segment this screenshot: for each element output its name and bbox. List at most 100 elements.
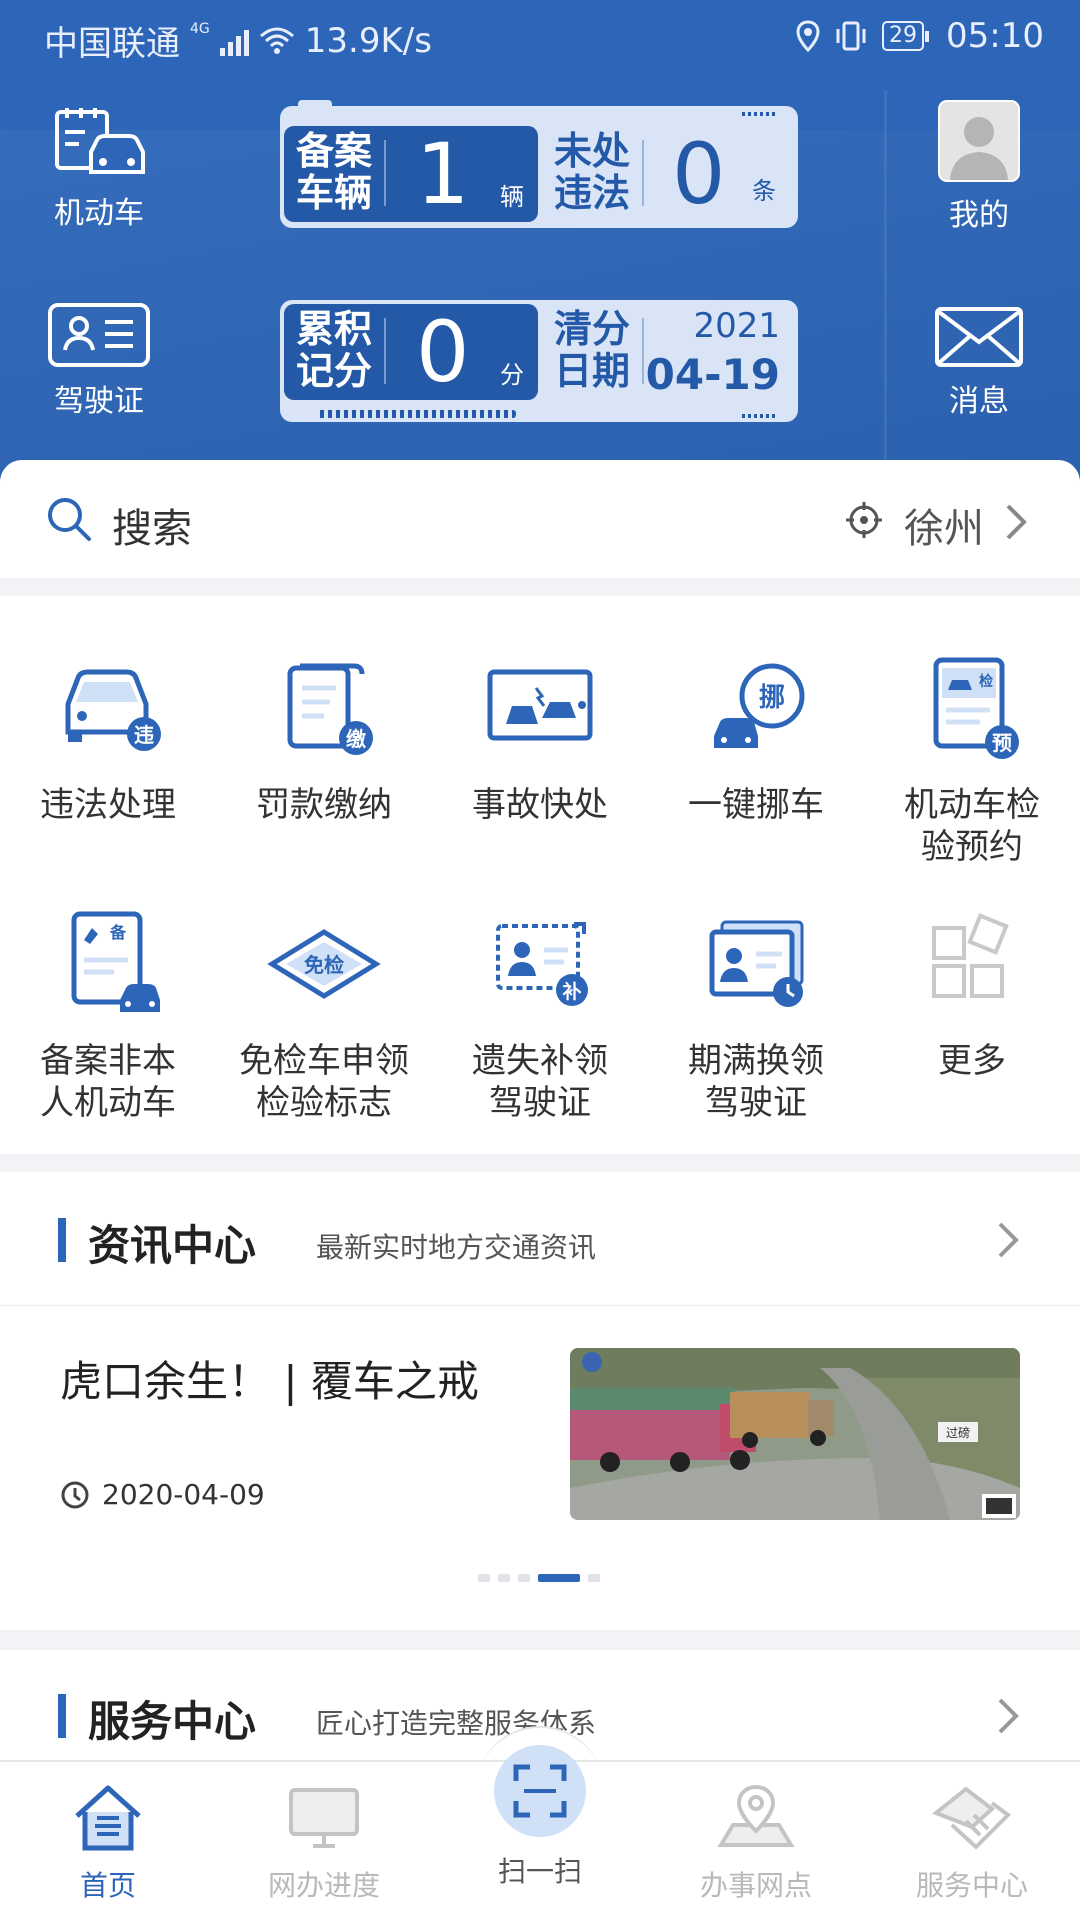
points-summary-card[interactable]: 累积记分 0 分 清分日期 2021 04-19 [280, 300, 798, 422]
vehicle-icon [55, 108, 145, 174]
tab-label: 网办进度 [267, 1869, 380, 1902]
grid-label: 违法处理 [40, 785, 176, 825]
crosshair-icon [846, 502, 882, 538]
grid-label: 期满换领驾驶证 [688, 1041, 824, 1123]
fine-payment-icon: 缴 [287, 663, 373, 755]
search-bar[interactable]: 搜索 徐州 [0, 460, 1080, 578]
service-center-title: 服务中心 [88, 1697, 257, 1746]
monitor-icon [289, 1788, 359, 1848]
grid-item-fine[interactable]: 缴 罚款缴纳 [216, 648, 432, 826]
accumulated-points-unit: 分 [500, 361, 524, 389]
search-icon [48, 498, 91, 541]
vehicle-summary-card[interactable]: 备案车辆 1 辆 未处违法 0 条 [280, 100, 798, 228]
svg-text:挪: 挪 [759, 683, 785, 713]
tab-service-points[interactable]: 办事网点 [648, 1776, 864, 1904]
message-label: 消息 [949, 384, 1009, 419]
battery-icon: 29 [882, 21, 930, 51]
accident-icon [487, 669, 593, 741]
accumulated-points-caption: 累积记分 [296, 307, 373, 393]
accumulated-points: 累积记分 0 分 [284, 304, 538, 400]
news-date: 2020-04-09 [102, 1478, 265, 1511]
move-car-icon: 挪 [714, 663, 805, 748]
grid-item-violation[interactable]: 违 违法处理 [0, 648, 216, 826]
grid-label: 罚款缴纳 [256, 785, 392, 825]
net-speed: 13.9K/s [304, 20, 432, 61]
license-label: 驾驶证 [54, 384, 144, 419]
signal-icon [219, 26, 249, 56]
tab-home[interactable]: 首页 [0, 1776, 216, 1904]
tab-label: 办事网点 [699, 1869, 812, 1902]
grid-label: 遗失补领驾驶证 [472, 1041, 608, 1123]
vehicle-button[interactable]: 机动车 [24, 106, 174, 232]
unhandled-violations-unit: 条 [752, 177, 776, 205]
registered-vehicles-count: 1 [416, 125, 470, 223]
tab-service-center[interactable]: 服务中心 [864, 1776, 1080, 1904]
envelope-icon [935, 307, 1023, 367]
unhandled-violations-caption: 未处违法 [554, 129, 631, 215]
clock-icon [61, 1481, 89, 1509]
mine-label: 我的 [949, 198, 1009, 233]
grid-item-renew-license[interactable]: 期满换领驾驶证 [648, 904, 864, 1124]
replace-license-icon: 补 [496, 922, 588, 1006]
scan-icon [513, 1764, 567, 1818]
service-grid: 违 违法处理 缴 罚款缴纳 事故快处 挪 一键挪车 检 预 机动车检验预约 备 … [0, 596, 1080, 1154]
avatar [938, 100, 1020, 182]
news-image: 过磅 [570, 1348, 1020, 1520]
news-title: 资讯中心 [88, 1221, 257, 1270]
news-subtitle: 最新实时地方交通资讯 [316, 1231, 597, 1264]
news-header[interactable]: 资讯中心 最新实时地方交通资讯 [0, 1172, 1080, 1306]
home-icon [75, 1785, 141, 1851]
car-violation-icon: 违 [65, 669, 161, 751]
handshake-icon [932, 1786, 1012, 1850]
license-button[interactable]: 驾驶证 [24, 302, 174, 420]
carousel-indicator [478, 1574, 600, 1582]
grid-item-replace-license[interactable]: 补 遗失补领驾驶证 [432, 904, 648, 1124]
network-type: 4G [190, 20, 210, 37]
vehicle-label: 机动车 [54, 196, 144, 231]
chevron-right-icon[interactable] [996, 1220, 1020, 1260]
chevron-right-icon[interactable] [1004, 502, 1028, 542]
tab-label: 服务中心 [915, 1869, 1028, 1902]
grid-item-accident[interactable]: 事故快处 [432, 648, 648, 826]
svg-text:免检: 免检 [304, 953, 344, 977]
unhandled-violations: 未处违法 0 条 [542, 126, 792, 222]
header: 中国联通 4G 13.9K/s 29 05:10 机动车 驾驶证 我的 消息 备… [0, 0, 1080, 480]
thumb-sign-text: 过磅 [946, 1425, 970, 1440]
svg-text:检: 检 [979, 673, 993, 690]
chevron-right-icon[interactable] [996, 1696, 1020, 1736]
clear-date-year: 2021 [693, 306, 780, 346]
news-section: 资讯中心 最新实时地方交通资讯 虎口余生！ | 覆车之戒 2020-04-09 … [0, 1172, 1080, 1630]
svg-text:补: 补 [562, 980, 581, 1003]
tab-label: 扫一扫 [497, 1855, 582, 1888]
register-vehicle-icon: 备 [71, 911, 160, 1012]
profile-button[interactable]: 我的 [904, 100, 1054, 234]
tab-scan[interactable]: 扫一扫 [432, 1736, 648, 1890]
svg-text:预: 预 [992, 731, 1012, 755]
location-pin-icon [717, 1784, 795, 1847]
grid-item-exempt-sign[interactable]: 免检 免检车申领检验标志 [216, 904, 432, 1124]
tab-label: 首页 [79, 1869, 136, 1902]
header-divider [884, 90, 887, 480]
grid-item-register-vehicle[interactable]: 备 备案非本人机动车 [0, 904, 216, 1124]
exempt-sign-icon: 免检 [267, 929, 381, 999]
inspection-booking-icon: 检 预 [933, 657, 1019, 759]
vibrate-icon [836, 21, 866, 51]
message-button[interactable]: 消息 [904, 306, 1054, 420]
bottom-nav: 首页 网办进度 扫一扫 办事网点 服务中心 [0, 1745, 1080, 1920]
clear-date-day: 04-19 [645, 350, 780, 399]
news-thumbnail[interactable]: 过磅 [570, 1348, 1020, 1520]
city-selector[interactable]: 徐州 [904, 496, 984, 554]
grid-label: 更多 [938, 1041, 1006, 1081]
registered-vehicles-unit: 辆 [500, 183, 524, 211]
clock: 05:10 [946, 16, 1044, 56]
grid-item-inspection-booking[interactable]: 检 预 机动车检验预约 [864, 648, 1080, 868]
clear-date: 清分日期 2021 04-19 [542, 304, 792, 400]
tab-progress[interactable]: 网办进度 [216, 1776, 432, 1904]
grid-item-more[interactable]: 更多 [864, 904, 1080, 1082]
grid-label: 事故快处 [472, 785, 608, 825]
grid-item-move-car[interactable]: 挪 一键挪车 [648, 648, 864, 826]
renew-license-icon [709, 920, 804, 1007]
search-input[interactable]: 搜索 [112, 496, 192, 554]
unhandled-violations-count: 0 [672, 125, 726, 223]
news-headline[interactable]: 虎口余生！ | 覆车之戒 [60, 1348, 479, 1409]
